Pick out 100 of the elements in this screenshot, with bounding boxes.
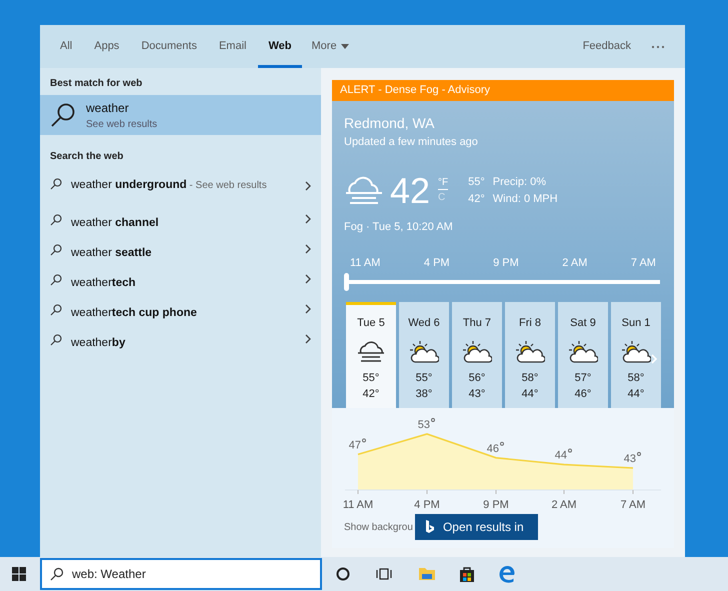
- day-label: Sat 9: [570, 316, 596, 331]
- section-heading: Search the web: [49, 150, 124, 164]
- day-card[interactable]: Wed 6 55° 38°: [399, 302, 449, 408]
- current-temperature: 42: [390, 172, 430, 208]
- update-time: Updated a few minutes ago: [344, 135, 478, 150]
- open-results-button[interactable]: Open results in: [414, 514, 538, 540]
- chevron-icon: [305, 274, 311, 284]
- data-label: 47: [348, 438, 366, 452]
- day-label: Fri 8: [519, 316, 541, 331]
- search-input: web: Weather: [72, 565, 312, 583]
- search-icon: [50, 214, 62, 226]
- taskbar-search-field[interactable]: web: Weather: [40, 558, 322, 590]
- timeline-label: 2 AM: [562, 256, 588, 271]
- tab[interactable]: All: [50, 25, 82, 68]
- caret-icon: [340, 44, 349, 49]
- suggestion-item[interactable]: weathertech: [40, 274, 321, 304]
- search-icon: [50, 244, 62, 256]
- partly-sunny-icon: [409, 340, 439, 364]
- best-match-item[interactable]: weather See web results: [40, 95, 321, 135]
- browser-icon[interactable]: [498, 565, 516, 583]
- axis-label: 2 AM: [551, 499, 577, 511]
- day-card[interactable]: Sat 9 57° 46°: [558, 302, 608, 408]
- alert-banner: ALERT - Dense Fog - Advisory: [332, 80, 674, 101]
- feedback-link[interactable]: Feedback: [572, 25, 641, 68]
- task-view-icon[interactable]: [376, 567, 392, 581]
- section-heading: Best match for web: [49, 77, 144, 91]
- axis-label: 11 AM: [342, 499, 374, 511]
- chevron-icon: [305, 181, 311, 191]
- high-temperature: 55°: [362, 370, 380, 386]
- high-temperature: 56°: [468, 370, 486, 386]
- search-icon: [50, 178, 62, 190]
- suggestion-item[interactable]: weather underground - See web results: [40, 168, 321, 214]
- data-label: 46: [486, 442, 504, 455]
- data-label: 47: [348, 439, 361, 452]
- start-icon[interactable]: [12, 567, 26, 581]
- day-card[interactable]: Sun 1 58° 44°: [611, 302, 661, 408]
- result-title: weather: [86, 100, 130, 116]
- location: Redmond, WA: [344, 114, 435, 133]
- suggestion-item[interactable]: weather seattle: [40, 244, 321, 274]
- wind: Wind: 0 MPH: [492, 192, 558, 206]
- day-card[interactable]: Thu 7 56° 43°: [452, 302, 502, 408]
- high-temperature: 55°: [416, 370, 432, 386]
- day-label: Wed 6: [408, 316, 440, 331]
- bag-icon[interactable]: [458, 565, 476, 583]
- day-label: Sun 1: [622, 316, 650, 331]
- high-temperature: 57°: [574, 370, 592, 386]
- condition-text: Fog · Tue 5, 10:20 AM: [344, 220, 453, 234]
- search-icon: [50, 102, 76, 128]
- partly-sunny-icon: [462, 340, 492, 364]
- tab[interactable]: Documents: [131, 25, 207, 68]
- high-temperature: 58°: [522, 370, 538, 386]
- fog-icon: [344, 174, 384, 206]
- day-label: Thu 7: [462, 316, 492, 331]
- data-label: 53: [418, 418, 435, 431]
- low-temperature: 42°: [468, 192, 485, 206]
- tab[interactable]: Email: [208, 25, 256, 68]
- data-label: 44: [554, 450, 567, 462]
- b-logo-icon: [424, 520, 435, 534]
- precipitation: Precip: 0%: [492, 175, 547, 190]
- suggestion-item[interactable]: weathertech cup phone: [40, 304, 321, 334]
- high-temperature: 58°: [628, 370, 644, 386]
- data-label: 43: [624, 452, 641, 465]
- timeline-label: 9 PM: [493, 256, 519, 271]
- suggestion-item[interactable]: weatherby: [40, 334, 321, 364]
- high-temperature: 55°: [468, 175, 485, 190]
- data-label: 44: [554, 448, 572, 462]
- search-icon: [50, 274, 62, 286]
- low-temperature: 42°: [362, 387, 380, 402]
- chevron-icon: [305, 244, 311, 254]
- search-icon: [50, 567, 64, 581]
- low-temperature: 44°: [628, 387, 644, 402]
- data-label: 46: [486, 442, 499, 455]
- background-toggle-label: Show backgrou: [344, 520, 413, 534]
- timeline-label: 11 AM: [350, 256, 380, 271]
- circle-icon[interactable]: [336, 567, 350, 581]
- more-menu[interactable]: More: [302, 25, 359, 68]
- timeline-thumb[interactable]: [344, 272, 349, 290]
- day-card[interactable]: Fri 8 58° 44°: [505, 302, 555, 408]
- timeline-slider[interactable]: [344, 272, 660, 290]
- chevron-icon: [305, 214, 311, 224]
- more-options-icon[interactable]: [651, 44, 665, 48]
- low-temperature: 44°: [522, 387, 538, 402]
- tab[interactable]: Apps: [84, 25, 130, 68]
- low-temperature: 38°: [416, 387, 432, 402]
- day-label: Tue 5: [357, 316, 385, 331]
- partly-sunny-icon: [515, 340, 545, 364]
- low-temperature: 43°: [468, 387, 486, 402]
- partly-sunny-icon: [568, 340, 598, 364]
- chevron-icon: [305, 334, 311, 344]
- axis-label: 9 PM: [483, 499, 509, 511]
- timeline-label: 4 PM: [424, 256, 450, 271]
- data-label: 43: [624, 453, 636, 465]
- suggestion-item[interactable]: weather channel: [40, 214, 321, 244]
- folder-icon[interactable]: [418, 566, 436, 582]
- axis-label: 4 PM: [414, 499, 440, 511]
- timeline-label: 7 AM: [630, 256, 656, 271]
- data-label: 53: [418, 419, 430, 431]
- partly-sunny-icon: [621, 340, 651, 364]
- day-card[interactable]: Tue 5 55° 42°: [346, 302, 396, 408]
- low-temperature: 46°: [574, 387, 592, 402]
